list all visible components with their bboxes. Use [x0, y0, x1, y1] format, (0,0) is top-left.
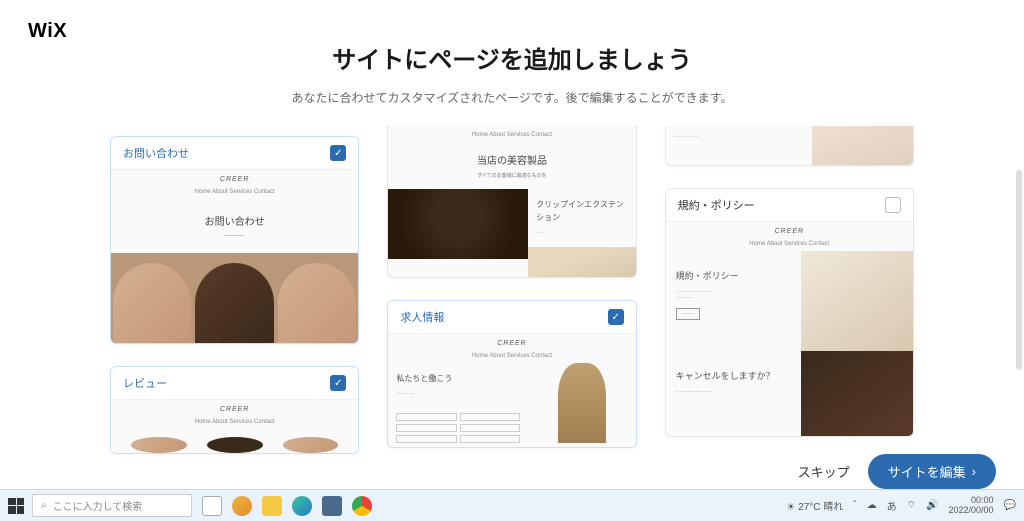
weather-widget[interactable]: ☀ 27°C 晴れ — [786, 498, 843, 513]
preview-brand: CREER — [666, 222, 913, 241]
volume-icon[interactable]: 🔊 — [926, 500, 938, 511]
app-icon[interactable] — [232, 496, 252, 516]
scrollbar[interactable] — [1016, 170, 1022, 370]
card-label: レビュー — [123, 375, 167, 391]
card-label: お問い合わせ — [123, 145, 189, 161]
card-label: 求人情報 — [400, 309, 444, 325]
ime-icon[interactable]: あ — [887, 498, 897, 513]
card-partial-top[interactable]: …………… — [665, 126, 914, 166]
preview-nav: Home About Services Contact — [111, 189, 358, 199]
preview-nav: Home About Services Contact — [666, 241, 913, 251]
preview-brand: CREER — [111, 170, 358, 189]
page-subtitle: あなたに合わせてカスタマイズされたページです。後で編集することができます。 — [0, 89, 1024, 106]
taskbar-search[interactable]: ⌕ ここに入力して検索 — [32, 494, 192, 517]
windows-taskbar[interactable]: ⌕ ここに入力して検索 ☀ 27°C 晴れ ˆ ☁ あ ⌔ 🔊 00:00 20… — [0, 489, 1024, 521]
edit-site-button[interactable]: サイトを編集 › — [868, 454, 996, 489]
card-products[interactable]: Home About Services Contact 当店の美容製品 すべての… — [387, 126, 636, 278]
preview-heading: 当店の美容製品 — [398, 152, 625, 167]
preview-nav: Home About Services Contact — [111, 419, 358, 429]
card-policy[interactable]: 規約・ポリシー CREER Home About Services Contac… — [665, 188, 914, 437]
preview-brand: CREER — [388, 334, 635, 353]
start-button[interactable] — [8, 498, 24, 514]
clock[interactable]: 00:00 2022/00/00 — [949, 496, 994, 516]
preview-brand: CREER — [111, 400, 358, 419]
checkbox-checked[interactable]: ✓ — [608, 309, 624, 325]
chrome-icon[interactable] — [352, 496, 372, 516]
checkbox-checked[interactable]: ✓ — [330, 145, 346, 161]
search-icon: ⌕ — [41, 500, 47, 511]
preview-nav: Home About Services Contact — [388, 126, 635, 142]
card-label: 規約・ポリシー — [678, 197, 755, 213]
notifications-icon[interactable]: 💬 — [1004, 500, 1016, 511]
preview-heading: お問い合わせ — [127, 213, 342, 228]
skip-button[interactable]: スキップ — [798, 462, 850, 481]
wifi-icon[interactable]: ⌔ — [907, 499, 916, 512]
page-title: サイトにページを追加しましょう — [0, 40, 1024, 75]
store-icon[interactable] — [322, 496, 342, 516]
onedrive-icon[interactable]: ☁ — [867, 500, 877, 511]
template-gallery: お問い合わせ ✓ CREER Home About Services Conta… — [0, 106, 1024, 489]
card-jobs[interactable]: 求人情報 ✓ CREER Home About Services Contact… — [387, 300, 636, 447]
tray-up-icon[interactable]: ˆ — [853, 500, 856, 511]
edge-icon[interactable] — [292, 496, 312, 516]
explorer-icon[interactable] — [262, 496, 282, 516]
card-review[interactable]: レビュー ✓ CREER Home About Services Contact — [110, 366, 359, 454]
preview-nav: Home About Services Contact — [388, 353, 635, 363]
checkbox-checked[interactable]: ✓ — [330, 375, 346, 391]
checkbox-unchecked[interactable] — [885, 197, 901, 213]
chevron-right-icon: › — [972, 464, 976, 479]
card-contact[interactable]: お問い合わせ ✓ CREER Home About Services Conta… — [110, 136, 359, 344]
task-view-icon[interactable] — [202, 496, 222, 516]
wix-logo: WiX — [28, 20, 67, 43]
